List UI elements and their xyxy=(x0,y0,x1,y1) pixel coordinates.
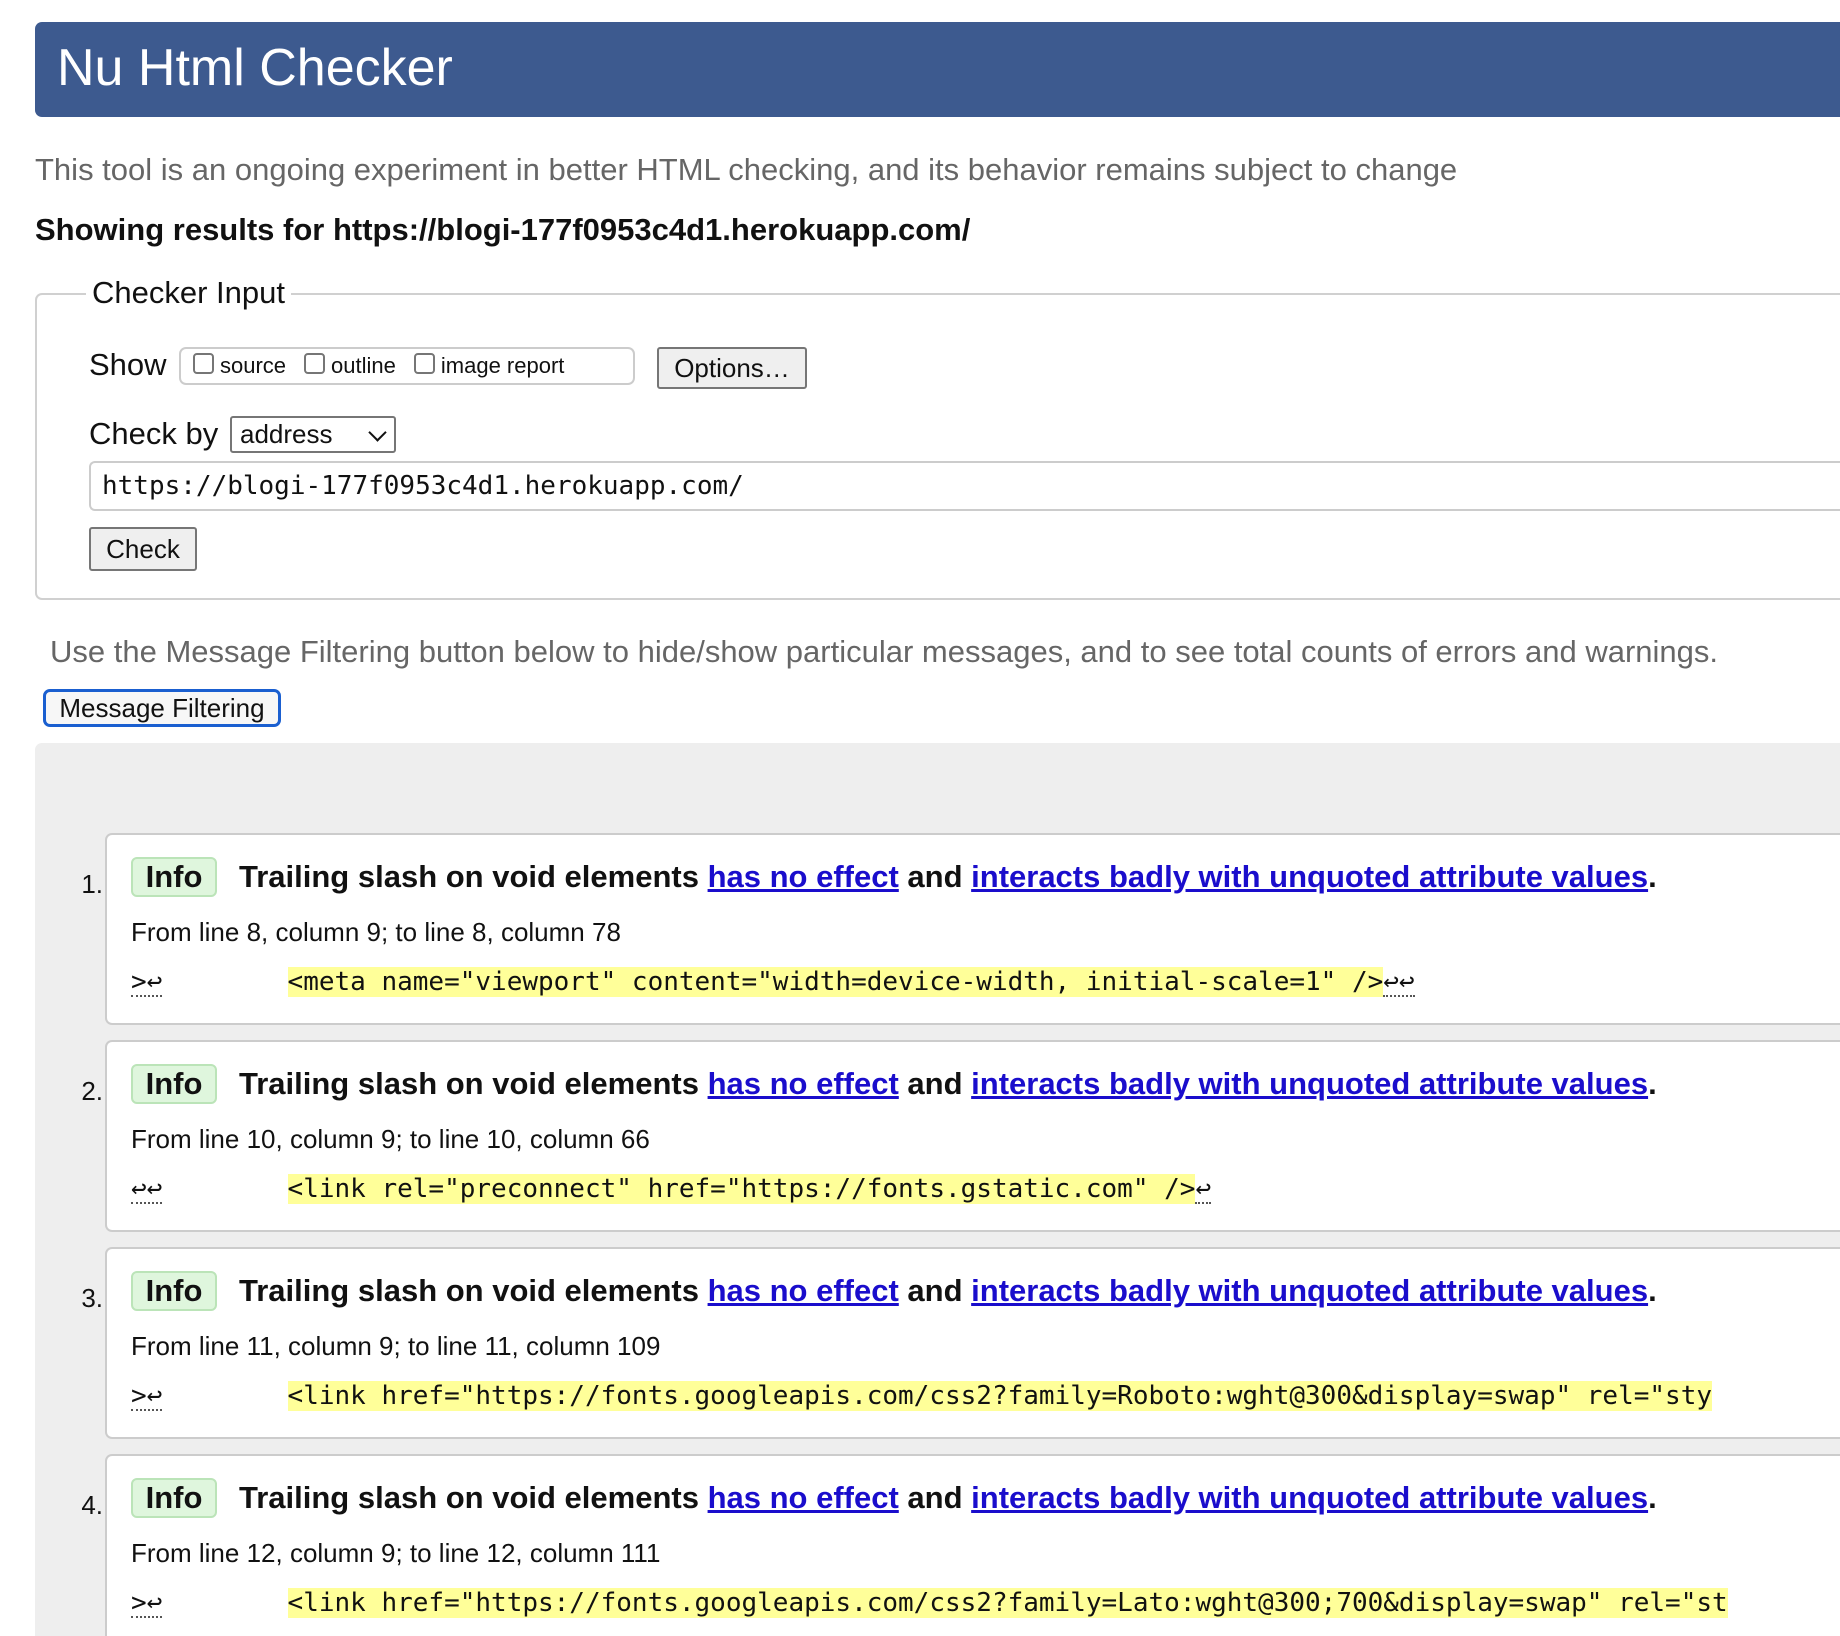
message-title-text: and xyxy=(898,1066,972,1101)
extract-prefix: >↩ xyxy=(131,967,163,997)
message-item: 2. Info Trailing slash on void elements … xyxy=(81,1040,1840,1232)
check-button[interactable]: Check xyxy=(89,527,197,571)
chevron-down-icon xyxy=(368,423,387,442)
message-title: Trailing slash on void elements has no e… xyxy=(239,1480,1657,1516)
show-image-report-option[interactable]: image report xyxy=(413,352,565,379)
source-checkbox-label: source xyxy=(220,353,287,378)
show-label: Show xyxy=(89,347,167,382)
checker-input-fieldset: Checker Input Show source outline image … xyxy=(35,275,1840,600)
interacts-badly-link[interactable]: interacts badly with unquoted attribute … xyxy=(971,1066,1648,1101)
extract-highlight: <link href="https://fonts.googleapis.com… xyxy=(287,1588,1728,1618)
has-no-effect-link[interactable]: has no effect xyxy=(708,859,899,894)
has-no-effect-link[interactable]: has no effect xyxy=(708,1273,899,1308)
page-title: Nu Html Checker xyxy=(57,39,453,97)
source-checkbox[interactable] xyxy=(193,352,214,374)
message-title-text: Trailing slash on void elements xyxy=(239,859,708,894)
message-title-text: . xyxy=(1648,1273,1657,1308)
message-number: 4. xyxy=(81,1490,103,1520)
message-title-text: and xyxy=(898,859,972,894)
message-item: 3. Info Trailing slash on void elements … xyxy=(81,1247,1840,1439)
check-by-select[interactable]: address xyxy=(230,416,396,453)
url-input[interactable]: https://blogi-177f0953c4d1.herokuapp.com… xyxy=(89,461,1840,511)
info-badge: Info xyxy=(131,1064,217,1104)
has-no-effect-link[interactable]: has no effect xyxy=(708,1066,899,1101)
tool-subtitle: This tool is an ongoing experiment in be… xyxy=(35,152,1458,187)
message-title-text: Trailing slash on void elements xyxy=(239,1273,708,1308)
message-filtering-button[interactable]: Message Filtering xyxy=(43,689,281,727)
extract-prefix: >↩ xyxy=(131,1588,163,1618)
check-by-selected-value: address xyxy=(240,419,333,449)
info-badge: Info xyxy=(131,857,217,897)
interacts-badly-link[interactable]: interacts badly with unquoted attribute … xyxy=(971,1480,1648,1515)
message-title-text: Trailing slash on void elements xyxy=(239,1066,708,1101)
code-extract: >↩ <link href="https://fonts.googleapis.… xyxy=(131,1381,1712,1411)
message-location: From line 8, column 9; to line 8, column… xyxy=(131,917,621,947)
info-badge: Info xyxy=(131,1271,217,1311)
image-report-checkbox[interactable] xyxy=(413,352,435,374)
extract-suffix: ↩↩ xyxy=(1383,967,1415,997)
message-number: 1. xyxy=(81,869,103,899)
check-by-label: Check by xyxy=(89,416,219,451)
extract-highlight: <link href="https://fonts.googleapis.com… xyxy=(287,1381,1712,1411)
message-number: 3. xyxy=(81,1283,103,1313)
message-number: 2. xyxy=(81,1076,103,1106)
message-item: 4. Info Trailing slash on void elements … xyxy=(81,1454,1840,1636)
show-options-group: source outline image report xyxy=(179,347,635,385)
message-filtering-note: Use the Message Filtering button below t… xyxy=(50,634,1719,669)
message-location: From line 10, column 9; to line 10, colu… xyxy=(131,1124,650,1154)
message-title: Trailing slash on void elements has no e… xyxy=(239,859,1657,895)
options-button[interactable]: Options… xyxy=(657,347,807,389)
extract-prefix: ↩↩ xyxy=(131,1174,163,1204)
code-extract: >↩ <meta name="viewport" content="width=… xyxy=(131,967,1415,997)
message-title-text: and xyxy=(898,1480,972,1515)
extract-highlight: <meta name="viewport" content="width=dev… xyxy=(287,967,1384,997)
info-badge: Info xyxy=(131,1478,217,1518)
show-source-option[interactable]: source xyxy=(193,352,287,379)
image-report-checkbox-label: image report xyxy=(440,353,565,378)
page: Nu Html Checker This tool is an ongoing … xyxy=(0,0,1840,1636)
message-item: 1. Info Trailing slash on void elements … xyxy=(81,833,1840,1025)
checker-input-legend: Checker Input xyxy=(86,275,291,311)
outline-checkbox[interactable] xyxy=(304,352,326,374)
app-header: Nu Html Checker xyxy=(35,22,1840,117)
message-location: From line 11, column 9; to line 11, colu… xyxy=(131,1331,661,1361)
has-no-effect-link[interactable]: has no effect xyxy=(708,1480,899,1515)
message-title: Trailing slash on void elements has no e… xyxy=(239,1066,1657,1102)
show-outline-option[interactable]: outline xyxy=(304,352,396,379)
results-panel: 1. Info Trailing slash on void elements … xyxy=(35,743,1840,1636)
interacts-badly-link[interactable]: interacts badly with unquoted attribute … xyxy=(971,1273,1648,1308)
message-title-text: Trailing slash on void elements xyxy=(239,1480,708,1515)
message-location: From line 12, column 9; to line 12, colu… xyxy=(131,1538,661,1568)
message-title-text: . xyxy=(1648,1066,1657,1101)
showing-results-heading: Showing results for https://blogi-177f09… xyxy=(35,212,971,247)
extract-prefix: >↩ xyxy=(131,1381,163,1411)
message-title-text: . xyxy=(1648,859,1657,894)
message-title: Trailing slash on void elements has no e… xyxy=(239,1273,1657,1309)
outline-checkbox-label: outline xyxy=(331,353,396,378)
code-extract: ↩↩ <link rel="preconnect" href="https://… xyxy=(131,1174,1212,1204)
extract-suffix: ↩ xyxy=(1195,1174,1212,1204)
code-extract: >↩ <link href="https://fonts.googleapis.… xyxy=(131,1588,1728,1618)
message-title-text: and xyxy=(898,1273,972,1308)
extract-highlight: <link rel="preconnect" href="https://fon… xyxy=(287,1174,1196,1204)
message-title-text: . xyxy=(1648,1480,1657,1515)
interacts-badly-link[interactable]: interacts badly with unquoted attribute … xyxy=(971,859,1648,894)
